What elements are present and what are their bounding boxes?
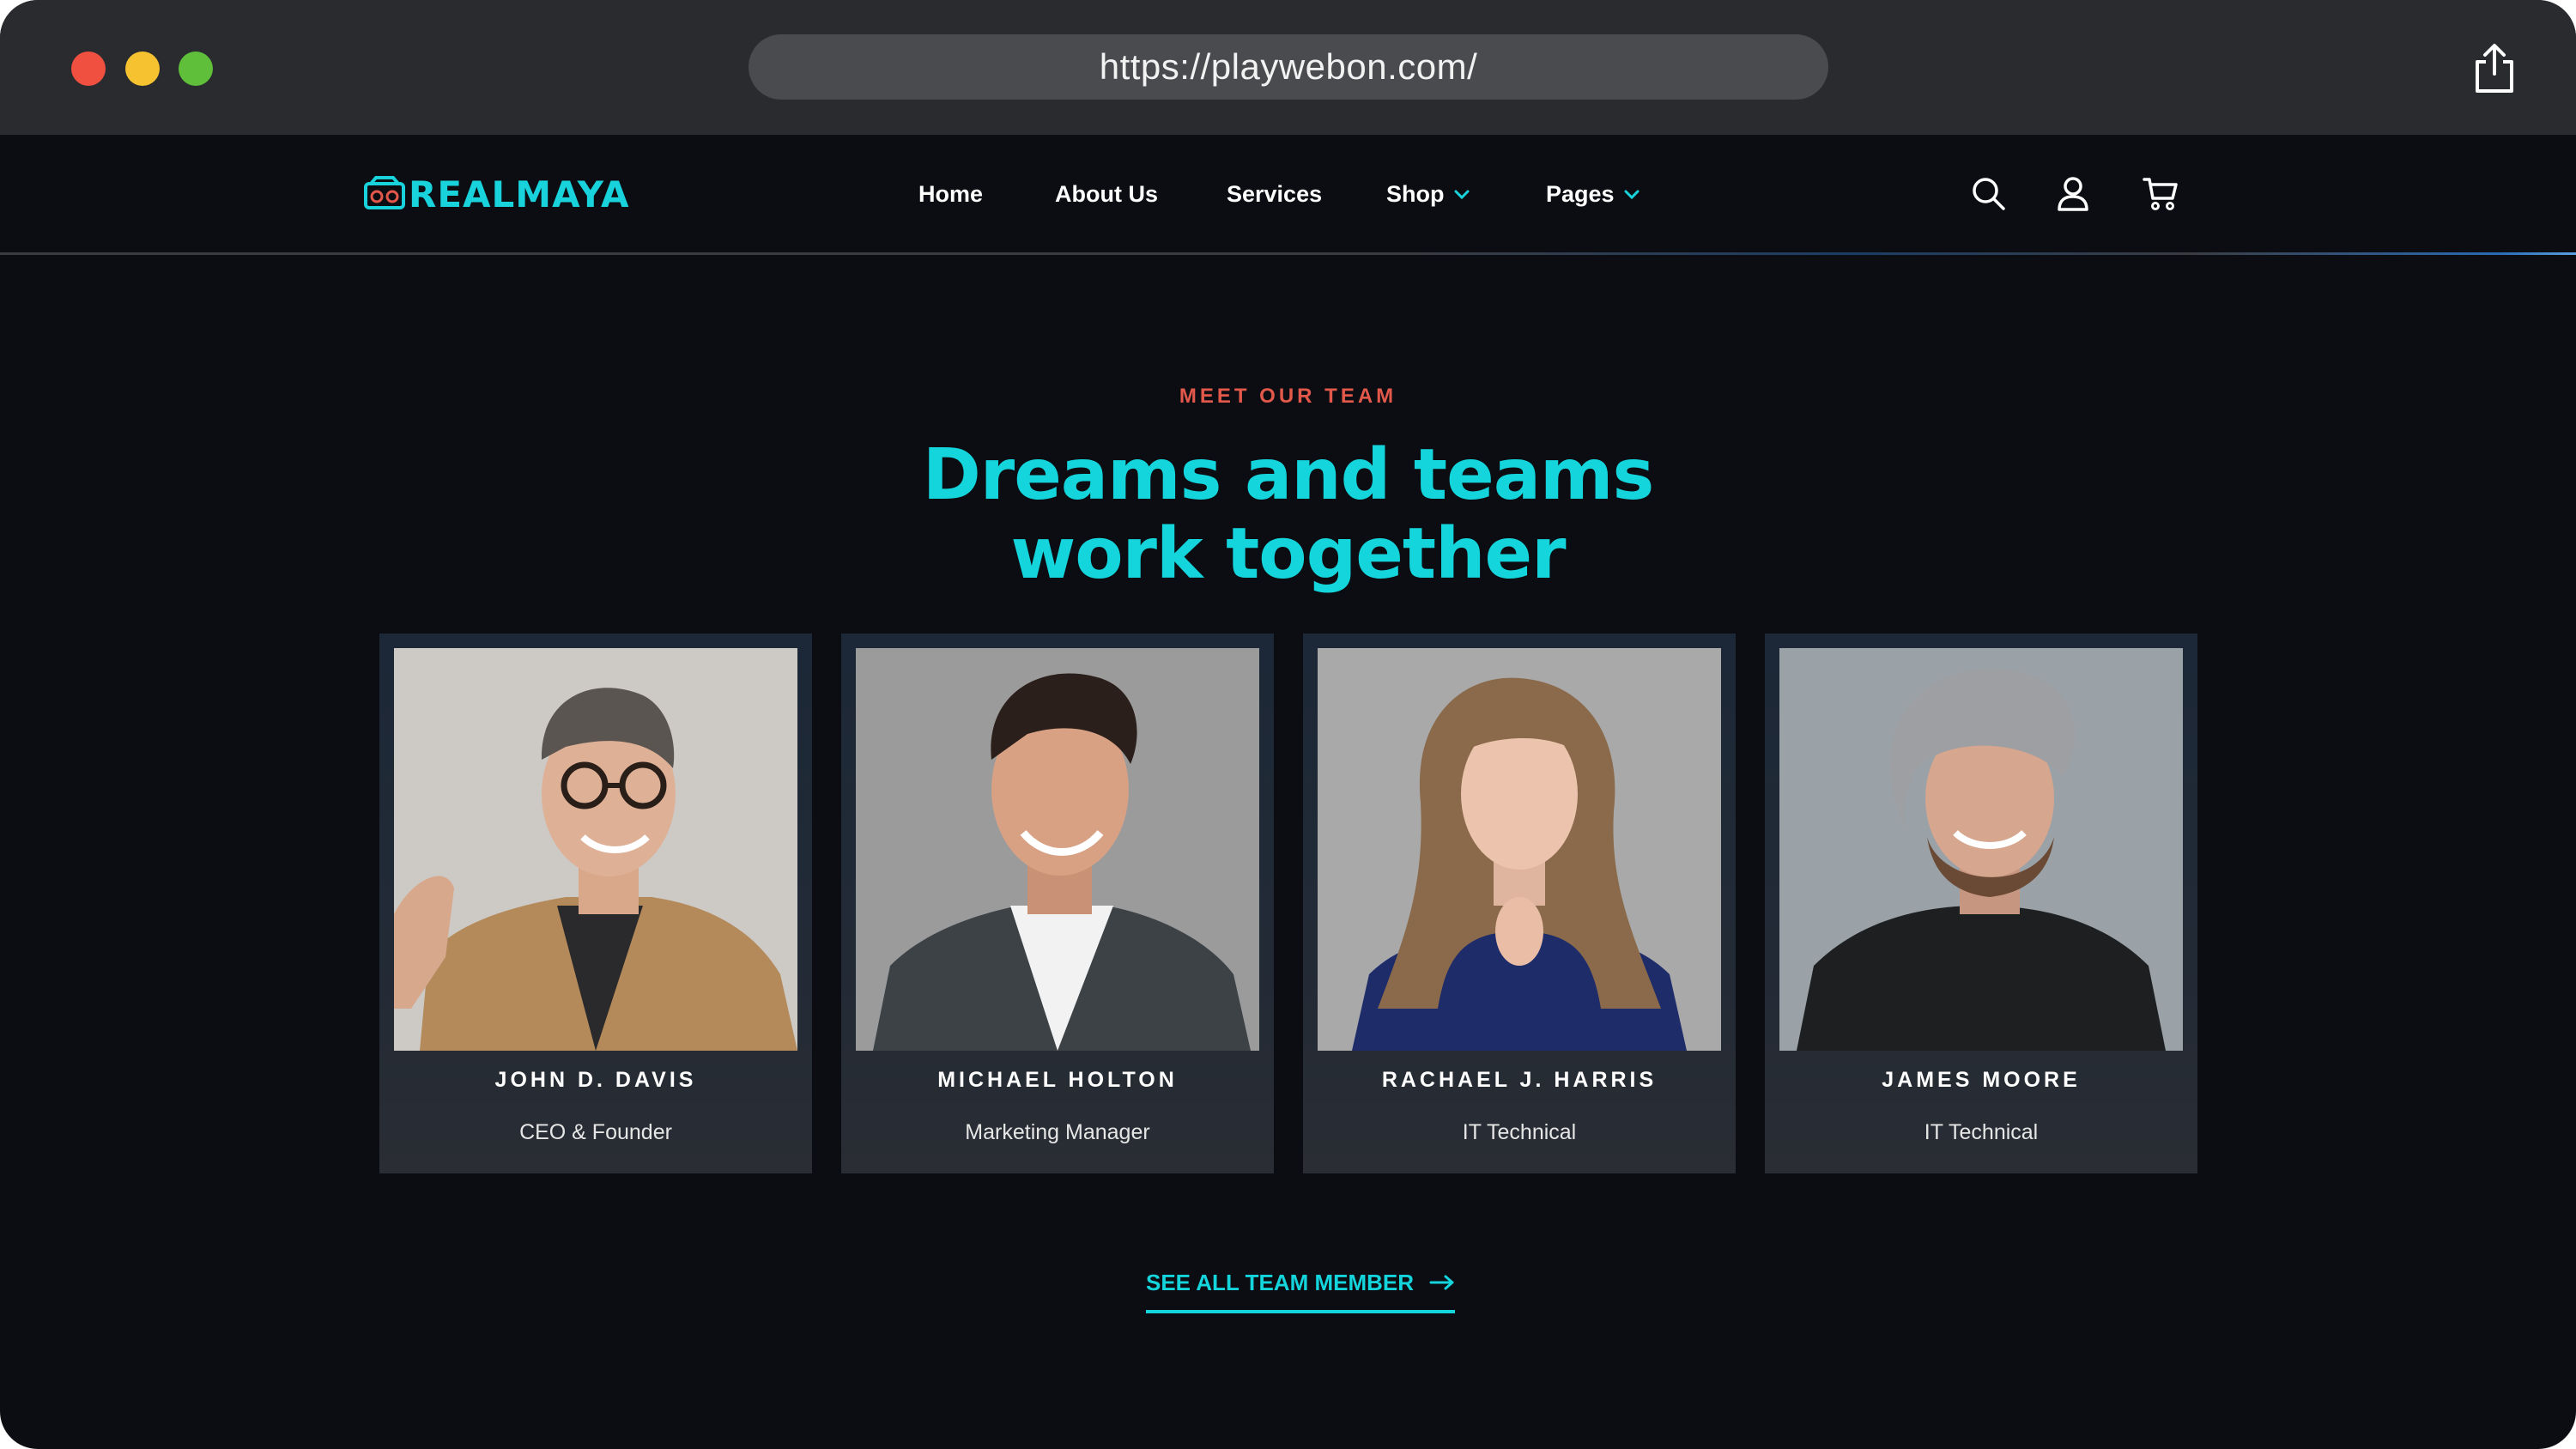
section-eyebrow: MEET OUR TEAM xyxy=(1179,385,1397,408)
nav-home[interactable]: Home xyxy=(918,177,983,211)
address-bar[interactable]: https://playwebon.com/ xyxy=(749,34,1828,100)
team-member-name: JAMES MOORE xyxy=(1882,1068,2081,1092)
team-member-name: JOHN D. DAVIS xyxy=(494,1068,697,1092)
share-icon[interactable] xyxy=(2470,43,2518,94)
search-icon[interactable] xyxy=(1969,174,2007,212)
site-logo[interactable]: REALMAYA xyxy=(364,173,629,215)
maximize-window-button[interactable] xyxy=(179,52,213,86)
see-all-team-button[interactable]: SEE ALL TEAM MEMBER xyxy=(1146,1262,1456,1313)
nav-shop[interactable]: Shop xyxy=(1386,177,1470,211)
team-member-photo xyxy=(856,648,1259,1051)
arrow-right-icon xyxy=(1429,1275,1454,1290)
nav-services[interactable]: Services xyxy=(1227,177,1322,211)
user-icon[interactable] xyxy=(2054,174,2092,212)
chevron-down-icon xyxy=(1454,190,1469,200)
headline-line-2: work together xyxy=(1010,513,1566,595)
section-headline: Dreams and teams work together xyxy=(0,436,2576,594)
nav-label: Home xyxy=(918,180,984,207)
logo-text: REALMAYA xyxy=(409,173,630,215)
team-member-role: IT Technical xyxy=(1462,1120,1577,1144)
team-card[interactable]: RACHAEL J. HARRIS IT Technical xyxy=(1303,634,1736,1173)
team-member-role: CEO & Founder xyxy=(519,1120,672,1144)
team-member-photo xyxy=(1779,648,2183,1051)
headline-line-1: Dreams and teams xyxy=(922,434,1655,516)
see-all-team-label: SEE ALL TEAM MEMBER xyxy=(1146,1269,1415,1295)
nav-label: About Us xyxy=(1055,180,1158,207)
team-member-role: IT Technical xyxy=(1924,1120,2039,1144)
team-card[interactable]: MICHAEL HOLTON Marketing Manager xyxy=(841,634,1274,1173)
minimize-window-button[interactable] xyxy=(125,52,160,86)
vr-headset-icon xyxy=(364,176,405,209)
nav-about-us[interactable]: About Us xyxy=(1055,177,1158,211)
browser-toolbar: https://playwebon.com/ xyxy=(0,0,2576,135)
nav-pages[interactable]: Pages xyxy=(1546,177,1640,211)
nav-label: Shop xyxy=(1386,180,1445,207)
team-member-role: Marketing Manager xyxy=(965,1120,1150,1144)
team-member-photo xyxy=(1318,648,1721,1051)
team-card[interactable]: JAMES MOORE IT Technical xyxy=(1765,634,2197,1173)
team-member-photo xyxy=(394,648,797,1051)
close-window-button[interactable] xyxy=(71,52,106,86)
team-member-name: MICHAEL HOLTON xyxy=(937,1068,1178,1092)
browser-window: https://playwebon.com/ REALMAYA Home Abo… xyxy=(0,0,2576,1449)
team-card[interactable]: JOHN D. DAVIS CEO & Founder xyxy=(379,634,812,1173)
cart-icon[interactable] xyxy=(2142,174,2179,212)
header-divider xyxy=(0,252,2576,255)
nav-label: Services xyxy=(1227,180,1323,207)
nav-label: Pages xyxy=(1546,180,1615,207)
chevron-down-icon xyxy=(1624,190,1640,200)
team-member-name: RACHAEL J. HARRIS xyxy=(1381,1068,1658,1092)
address-bar-url: https://playwebon.com/ xyxy=(1099,46,1478,87)
